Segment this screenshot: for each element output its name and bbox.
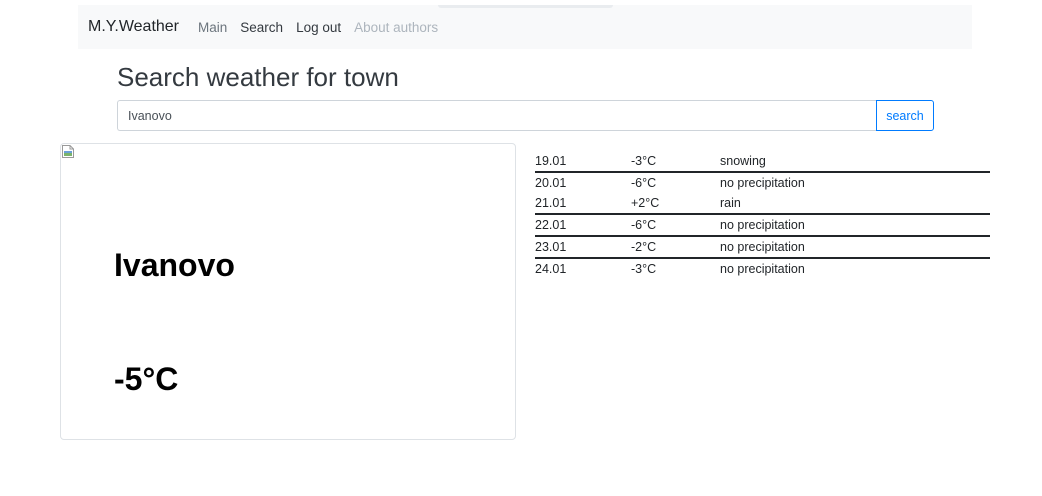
forecast-row: 20.01 -6°C no precipitation <box>535 172 990 193</box>
nav-link-about-authors[interactable]: About authors <box>354 20 438 35</box>
forecast-row: 22.01 -6°C no precipitation <box>535 214 990 237</box>
current-temperature: -5°C <box>114 361 179 397</box>
search-form: search <box>117 100 934 131</box>
forecast-condition: no precipitation <box>720 214 990 237</box>
forecast-temp: +2°C <box>631 193 720 215</box>
forecast-row: 24.01 -3°C no precipitation <box>535 258 990 279</box>
forecast-date: 20.01 <box>535 176 567 190</box>
forecast-temp: -6°C <box>631 176 657 190</box>
forecast-condition: snowing <box>720 151 990 173</box>
forecast-row: 19.01 -3°C snowing <box>535 151 990 173</box>
nav-link-search[interactable]: Search <box>240 20 283 35</box>
forecast-temp: -2°C <box>631 236 720 259</box>
forecast-condition: no precipitation <box>720 176 805 190</box>
current-weather-card: Ivanovo -5°C <box>60 143 516 440</box>
forecast-row: 23.01 -2°C no precipitation <box>535 236 990 259</box>
city-name: Ivanovo <box>114 247 235 283</box>
navbar: M.Y.Weather Main Search Log out About au… <box>78 5 972 49</box>
forecast-temp: -6°C <box>631 214 720 237</box>
top-indicator <box>438 5 613 8</box>
forecast-condition: rain <box>720 193 990 215</box>
forecast-date: 23.01 <box>535 236 631 259</box>
nav-link-main[interactable]: Main <box>198 20 227 35</box>
broken-image-icon <box>62 145 74 158</box>
search-input[interactable] <box>117 100 876 131</box>
forecast-date: 22.01 <box>535 214 631 237</box>
forecast-condition: no precipitation <box>720 236 990 259</box>
forecast-temp: -3°C <box>631 151 720 173</box>
search-button[interactable]: search <box>876 100 934 131</box>
forecast-date: 24.01 <box>535 262 567 276</box>
brand-link[interactable]: M.Y.Weather <box>88 18 179 36</box>
forecast-table: 19.01 -3°C snowing 20.01 -6°C no precipi… <box>535 151 990 279</box>
forecast-date: 19.01 <box>535 151 631 173</box>
forecast-row: 21.01 +2°C rain <box>535 193 990 215</box>
forecast-date: 21.01 <box>535 193 631 215</box>
page-title: Search weather for town <box>117 62 399 92</box>
nav-links: Main Search Log out About authors <box>198 20 451 35</box>
nav-link-logout[interactable]: Log out <box>296 20 341 35</box>
forecast-condition: no precipitation <box>720 262 805 276</box>
forecast-temp: -3°C <box>631 262 657 276</box>
